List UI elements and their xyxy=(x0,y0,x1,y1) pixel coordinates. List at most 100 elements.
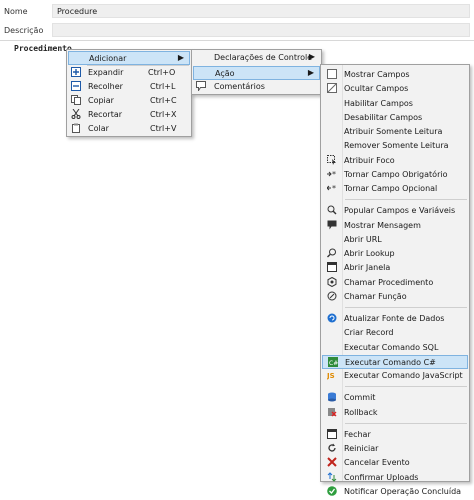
menu-item-action-option[interactable]: Cancelar Evento xyxy=(322,456,468,470)
svg-text:JS: JS xyxy=(327,372,335,380)
populate-fields-icon xyxy=(326,205,337,216)
menu-item-label: Comentários xyxy=(214,82,265,91)
menu-item-label: Mostrar Mensagem xyxy=(344,220,421,230)
comment-icon xyxy=(195,81,206,93)
menu-item-label: Expandir xyxy=(88,68,124,77)
submenu-arrow-icon: ▶ xyxy=(177,53,184,62)
menu-item-action-option[interactable]: JS Executar Comando JavaScript xyxy=(322,369,468,383)
menu-item-action-option[interactable]: Notificar Operação Concluída xyxy=(322,485,468,499)
shortcut-label: Ctrl+C xyxy=(150,96,177,105)
procedure-root-node[interactable]: Procedimento xyxy=(14,44,72,53)
menu-item-action-option[interactable]: Habilitar Campos xyxy=(322,97,468,111)
menu-item-label: Executar Comando JavaScript xyxy=(344,371,463,380)
svg-text:C#: C# xyxy=(329,360,338,367)
menu-item-label: Cancelar Evento xyxy=(344,458,410,468)
menu-item-action-option[interactable]: Mostrar Mensagem xyxy=(322,219,468,233)
menu-item-label: Fechar xyxy=(344,429,371,439)
menu-item-add[interactable]: Adicionar ▶ xyxy=(68,51,190,65)
lookup-icon xyxy=(326,248,337,259)
menu-item-action-option[interactable]: Abrir URL xyxy=(322,233,468,247)
menu-item-label: Recolher xyxy=(88,82,123,91)
menu-item-action-option[interactable]: Atribuir Foco xyxy=(322,154,468,168)
name-label: Nome xyxy=(4,7,28,16)
menu-item-action-option[interactable]: Popular Campos e Variáveis xyxy=(322,204,468,218)
menu-item-cut[interactable]: Recortar Ctrl+X xyxy=(68,108,190,122)
menu-item-collapse[interactable]: Recolher Ctrl+L xyxy=(68,80,190,94)
menu-item-label: Criar Record xyxy=(344,328,394,338)
menu-item-label: Abrir Lookup xyxy=(344,249,395,258)
context-menu: Adicionar ▶ Expandir Ctrl+O Recolher Ctr… xyxy=(66,49,192,137)
menu-item-expand[interactable]: Expandir Ctrl+O xyxy=(68,66,190,80)
rollback-icon xyxy=(326,407,337,418)
menu-item-label: Atribuir Somente Leitura xyxy=(344,127,443,136)
menu-item-action-option[interactable]: Desabilitar Campos xyxy=(322,111,468,125)
call-procedure-icon xyxy=(326,276,337,288)
name-field[interactable]: Procedure xyxy=(52,4,470,18)
menu-item-label: Commit xyxy=(344,393,376,403)
menu-item-action-option[interactable]: Chamar Função xyxy=(322,290,468,304)
menu-item-action[interactable]: Ação ▶ xyxy=(193,66,320,80)
menu-item-comments[interactable]: Comentários xyxy=(193,80,320,94)
menu-item-action-option[interactable]: Executar Comando SQL xyxy=(322,341,468,355)
menu-item-label: Mostrar Campos xyxy=(344,70,410,79)
svg-text:*: * xyxy=(332,184,336,193)
menu-item-label: Confirmar Uploads xyxy=(344,472,419,482)
notify-done-icon xyxy=(326,485,337,497)
menu-item-label: Chamar Procedimento xyxy=(344,277,434,287)
menu-item-label: Recortar xyxy=(88,110,123,119)
menu-item-label: Tornar Campo Opcional xyxy=(344,184,438,193)
menu-item-action-option[interactable]: Mostrar Campos xyxy=(322,68,468,82)
optional-field-icon: * xyxy=(325,183,337,194)
csharp-icon: C# xyxy=(327,356,338,368)
menu-item-copy[interactable]: Copiar Ctrl+C xyxy=(68,94,190,108)
menu-item-label: Tornar Campo Obrigatório xyxy=(344,169,448,179)
hide-fields-icon xyxy=(326,83,337,94)
expand-icon xyxy=(70,67,81,78)
menu-item-action-option[interactable]: Reiniciar xyxy=(322,442,468,456)
editor-divider xyxy=(0,40,474,41)
menu-separator xyxy=(345,307,467,308)
submenu-arrow-icon: ▶ xyxy=(308,52,315,61)
menu-item-action-option[interactable]: * Tornar Campo Obrigatório xyxy=(322,168,468,182)
menu-item-action-option[interactable]: Abrir Lookup xyxy=(322,247,468,261)
menu-item-action-option[interactable]: Atribuir Somente Leitura xyxy=(322,125,468,139)
menu-separator xyxy=(345,422,467,424)
menu-item-add-label: Adicionar xyxy=(89,54,127,63)
menu-item-action-option[interactable]: Abrir Janela xyxy=(322,261,468,275)
menu-item-action-option[interactable]: Chamar Procedimento xyxy=(322,276,468,290)
menu-item-action-option[interactable]: Rollback xyxy=(322,406,468,420)
show-fields-icon xyxy=(326,69,337,80)
close-icon xyxy=(326,428,337,440)
menu-item-action-option[interactable]: Remover Somente Leitura xyxy=(322,139,468,153)
description-label: Descrição xyxy=(4,26,44,35)
menu-item-label: Popular Campos e Variáveis xyxy=(344,206,456,216)
submenu-arrow-icon: ▶ xyxy=(307,68,314,77)
menu-item-control-declarations[interactable]: Declarações de Controle ▶ xyxy=(193,51,320,65)
description-field[interactable] xyxy=(52,23,470,37)
focus-icon xyxy=(326,154,337,166)
shortcut-label: Ctrl+L xyxy=(150,82,176,91)
menu-item-label: Ocultar Campos xyxy=(344,84,409,94)
menu-item-label: Executar Comando C# xyxy=(345,357,436,367)
menu-item-paste[interactable]: Colar Ctrl+V xyxy=(68,122,190,136)
menu-item-action-option[interactable]: Atualizar Fonte de Dados xyxy=(322,312,468,326)
menu-item-action-option[interactable]: Confirmar Uploads xyxy=(322,471,468,485)
menu-item-action-option[interactable]: C# Executar Comando C# xyxy=(322,354,468,369)
menu-item-label: Abrir Janela xyxy=(344,263,391,273)
message-icon xyxy=(326,220,337,231)
cancel-icon xyxy=(326,457,337,468)
copy-icon xyxy=(70,95,81,106)
menu-item-action-option[interactable]: Criar Record xyxy=(322,326,468,340)
javascript-icon: JS xyxy=(326,370,337,381)
menu-item-label: Desabilitar Campos xyxy=(344,112,423,122)
collapse-icon xyxy=(70,81,81,92)
menu-item-label: Declarações de Controle xyxy=(214,53,313,62)
menu-item-label: Reiniciar xyxy=(344,444,379,453)
menu-item-label: Copiar xyxy=(88,96,114,105)
menu-item-action-option[interactable]: * Tornar Campo Opcional xyxy=(322,182,468,196)
menu-item-label: Remover Somente Leitura xyxy=(344,141,449,151)
menu-item-action-option[interactable]: Ocultar Campos xyxy=(322,82,468,96)
confirm-uploads-icon xyxy=(326,471,337,483)
menu-item-action-option[interactable]: Commit xyxy=(322,391,468,405)
menu-item-action-option[interactable]: Fechar xyxy=(322,428,468,442)
